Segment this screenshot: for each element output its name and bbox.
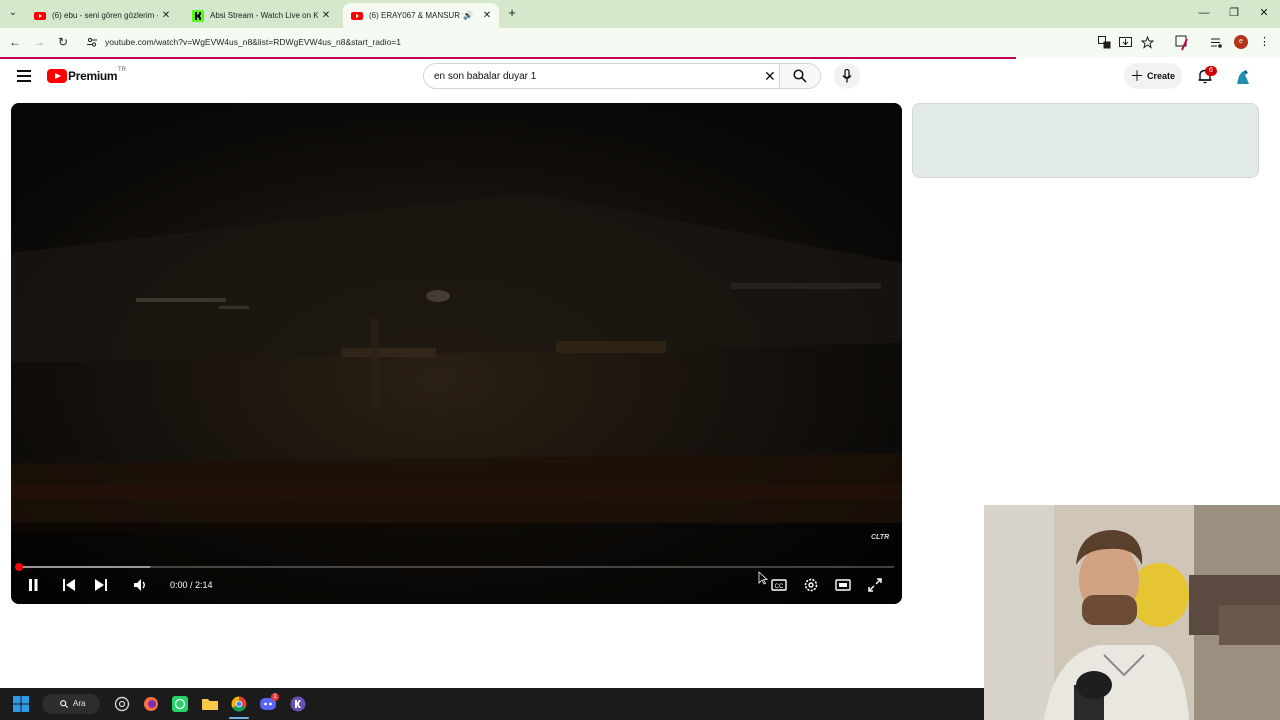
install-app-icon[interactable] <box>1119 36 1132 49</box>
youtube-favicon-icon <box>34 11 46 20</box>
next-track-icon[interactable] <box>94 577 108 593</box>
media-control-icon[interactable] <box>1210 36 1223 49</box>
active-app-indicator <box>229 717 249 719</box>
close-tab-icon[interactable]: ✕ <box>479 10 495 21</box>
microphone-icon <box>842 69 852 83</box>
chatgpt-icon[interactable] <box>114 696 130 712</box>
seek-handle[interactable] <box>15 563 23 571</box>
webcam-overlay <box>984 505 1280 720</box>
firefox-icon[interactable] <box>143 696 159 712</box>
windows-start-icon[interactable] <box>13 696 29 712</box>
duration: 2:14 <box>195 580 213 590</box>
volume-icon[interactable] <box>133 577 147 593</box>
back-arrow-icon[interactable]: ← <box>8 35 22 49</box>
chrome-icon[interactable] <box>231 696 247 712</box>
tab-search-dropdown-icon[interactable]: ⌄ <box>5 5 21 21</box>
search-input[interactable]: en son babalar duyar 1 <box>434 71 536 82</box>
translate-icon[interactable] <box>1098 36 1111 49</box>
notification-count-badge: 6 <box>1205 66 1217 76</box>
bookmark-star-icon[interactable] <box>1141 36 1154 49</box>
sidebar-placeholder-card <box>912 103 1259 178</box>
restore-window-icon[interactable]: ❐ <box>1227 6 1241 20</box>
mouse-cursor-icon <box>758 571 768 585</box>
create-label: Create <box>1147 71 1176 81</box>
browser-tab-3-active[interactable]: (6) ERAY067 & MANSUR ft. ... 🔊 ✕ <box>343 3 499 28</box>
video-frame <box>11 103 902 604</box>
browser-tab-strip: ⌄ (6) ebu - seni gören gözlerim - YouTub… <box>0 0 1280 28</box>
settings-gear-icon[interactable] <box>803 577 819 593</box>
svg-text:CC: CC <box>775 584 784 590</box>
clear-search-icon[interactable]: ✕ <box>764 69 776 83</box>
forward-arrow-icon[interactable]: → <box>32 35 46 49</box>
buffered-bar <box>19 566 151 568</box>
close-tab-icon[interactable]: ✕ <box>318 10 334 21</box>
search-button[interactable] <box>779 64 820 88</box>
pause-icon[interactable] <box>27 577 39 593</box>
hamburger-menu-icon[interactable] <box>17 70 31 82</box>
tab-title: (6) ERAY067 & MANSUR ft. ... <box>369 11 463 20</box>
taskbar-search[interactable]: Ara <box>42 694 100 714</box>
voice-search-button[interactable] <box>834 63 860 89</box>
discord-badge: 1 <box>271 693 279 701</box>
extensions-puzzle-icon[interactable] <box>1174 34 1190 52</box>
taskbar-search-label: Ara <box>73 699 86 708</box>
create-button[interactable]: ＋ Create <box>1124 63 1182 89</box>
previous-track-icon[interactable] <box>62 577 76 593</box>
audio-playing-icon[interactable]: 🔊 <box>463 11 473 20</box>
country-code: TR <box>118 67 126 73</box>
browser-toolbar: ← → ↻ youtube.com/watch?v=WgEVW4us_n8&li… <box>0 28 1280 57</box>
plus-icon: ＋ <box>1130 68 1144 84</box>
browser-menu-icon[interactable]: ⋮ <box>1259 34 1270 50</box>
minimize-window-icon[interactable]: — <box>1197 6 1211 20</box>
tab-title: Absi Stream - Watch Live on Kick <box>210 11 318 20</box>
tab-title: (6) ebu - seni gören gözlerim - YouTube <box>52 11 158 20</box>
whatsapp-icon[interactable] <box>172 696 188 712</box>
file-explorer-icon[interactable] <box>202 696 218 712</box>
site-info-icon[interactable] <box>86 36 98 48</box>
time-display: 0:00 / 2:14 <box>170 580 213 590</box>
fullscreen-icon[interactable] <box>867 577 883 593</box>
kick-icon[interactable] <box>290 696 306 712</box>
windows-taskbar: Ara 1 <box>0 688 984 720</box>
current-time: 0:00 <box>170 580 188 590</box>
search-icon <box>60 700 68 708</box>
browser-tab-2[interactable]: Absi Stream - Watch Live on Kick ✕ <box>184 3 338 28</box>
close-window-icon[interactable]: ✕ <box>1257 6 1271 20</box>
theater-mode-icon[interactable] <box>835 577 851 593</box>
page-load-progress <box>0 57 1016 59</box>
video-player[interactable]: CLTR 0:00 / 2:14 CC <box>11 103 902 604</box>
youtube-premium-wordmark[interactable]: Premium <box>68 69 118 83</box>
new-tab-button[interactable]: + <box>505 6 519 20</box>
closed-captions-icon[interactable]: CC <box>771 577 787 593</box>
reload-icon[interactable]: ↻ <box>56 35 70 49</box>
channel-avatar[interactable] <box>1232 66 1254 88</box>
search-box[interactable]: en son babalar duyar 1 ✕ <box>423 63 821 89</box>
url-text[interactable]: youtube.com/watch?v=WgEVW4us_n8&list=RDW… <box>105 37 401 47</box>
browser-tab-1[interactable]: (6) ebu - seni gören gözlerim - YouTube … <box>26 3 178 28</box>
close-tab-icon[interactable]: ✕ <box>158 10 174 21</box>
profile-avatar[interactable]: e <box>1234 35 1248 49</box>
search-icon <box>793 69 807 83</box>
youtube-favicon-icon <box>351 11 363 20</box>
youtube-logo-icon[interactable] <box>47 69 67 83</box>
seek-bar[interactable] <box>15 563 894 571</box>
video-watermark: CLTR <box>871 534 890 541</box>
kick-favicon-icon <box>192 9 204 22</box>
